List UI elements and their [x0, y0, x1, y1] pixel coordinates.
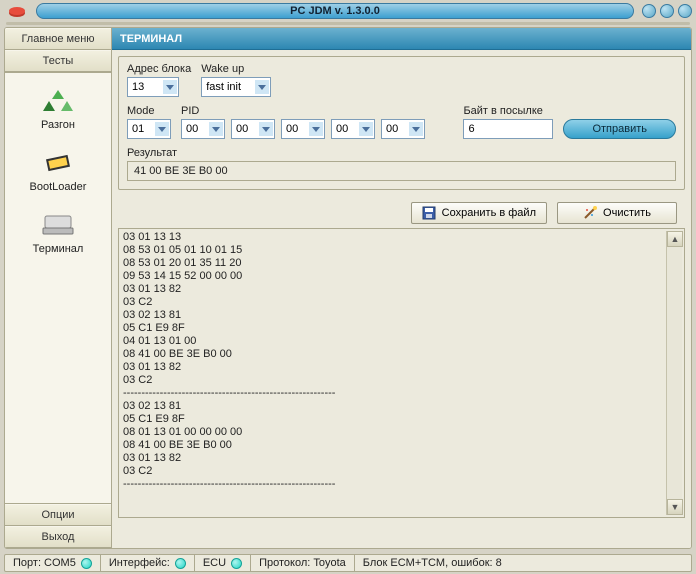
pid-select-4[interactable]: 00	[381, 119, 425, 139]
app-icon	[4, 3, 30, 19]
window-title-text: PC JDM v. 1.3.0.0	[290, 5, 380, 17]
status-ecu: ECU	[195, 555, 251, 571]
command-panel: Адрес блока 13 Wake up fast init Mode 01…	[118, 56, 685, 190]
content: ТЕРМИНАЛ Адрес блока 13 Wake up fast ini…	[112, 28, 691, 548]
send-button[interactable]: Отправить	[563, 119, 676, 139]
mode-label: Mode	[127, 105, 171, 117]
wakeup-select[interactable]: fast init	[201, 77, 271, 97]
sidebar-item-terminal[interactable]: Терминал	[5, 205, 111, 261]
chip-icon	[38, 147, 78, 179]
pid-select-2[interactable]: 00	[281, 119, 325, 139]
log-panel: 03 01 13 13 08 53 01 05 01 10 01 15 08 5…	[118, 228, 685, 518]
sidebar-item-razgon[interactable]: Разгон	[5, 81, 111, 137]
window-controls	[642, 4, 692, 18]
address-label: Адрес блока	[127, 63, 191, 75]
led-icon	[81, 558, 92, 569]
mode-select[interactable]: 01	[127, 119, 171, 139]
status-port-text: Порт: COM5	[13, 557, 76, 569]
log-text[interactable]: 03 01 13 13 08 53 01 05 01 10 01 15 08 5…	[123, 231, 666, 515]
clear-button[interactable]: Очистить	[557, 202, 677, 224]
status-bar: Порт: COM5 Интерфейс: ECU Протокол: Toyo…	[4, 554, 692, 572]
sidebar-item-label: Разгон	[41, 119, 75, 131]
titlebar: PC JDM v. 1.3.0.0	[0, 0, 696, 22]
sidebar-items: Разгон BootLoader Терминал	[5, 72, 111, 504]
status-interface-text: Интерфейс:	[109, 557, 170, 569]
content-title: ТЕРМИНАЛ	[120, 33, 182, 45]
status-protocol-text: Протокол: Toyota	[259, 557, 346, 569]
sidebar-item-label: Терминал	[33, 243, 84, 255]
led-icon	[175, 558, 186, 569]
bytes-input[interactable]	[463, 119, 553, 139]
close-button[interactable]	[678, 4, 692, 18]
save-button-label: Сохранить в файл	[442, 207, 536, 219]
minimize-button[interactable]	[642, 4, 656, 18]
sidebar-main-menu[interactable]: Главное меню	[5, 28, 111, 50]
scroll-up-icon[interactable]: ▲	[667, 231, 683, 247]
status-interface: Интерфейс:	[101, 555, 195, 571]
maximize-button[interactable]	[660, 4, 674, 18]
wakeup-label: Wake up	[201, 63, 271, 75]
status-ecu-text: ECU	[203, 557, 226, 569]
sidebar: Главное меню Тесты Разгон BootLoader Тер…	[5, 28, 112, 548]
address-select[interactable]: 13	[127, 77, 179, 97]
sidebar-item-bootloader[interactable]: BootLoader	[5, 143, 111, 199]
status-block: Блок ECM+TCM, ошибок: 8	[355, 555, 691, 571]
scroll-down-icon[interactable]: ▼	[667, 499, 683, 515]
result-label: Результат	[127, 147, 676, 159]
window-title: PC JDM v. 1.3.0.0	[36, 3, 634, 19]
floppy-icon	[422, 206, 436, 220]
status-block-text: Блок ECM+TCM, ошибок: 8	[363, 557, 502, 569]
sidebar-tests[interactable]: Тесты	[5, 50, 111, 72]
app-body: Главное меню Тесты Разгон BootLoader Тер…	[4, 27, 692, 549]
titlebar-divider	[6, 22, 690, 25]
clear-button-label: Очистить	[603, 207, 651, 219]
status-protocol: Протокол: Toyota	[251, 555, 355, 571]
log-toolbar: Сохранить в файл Очистить	[112, 196, 691, 228]
terminal-device-icon	[38, 209, 78, 241]
status-port: Порт: COM5	[5, 555, 101, 571]
content-header: ТЕРМИНАЛ	[112, 28, 691, 50]
save-to-file-button[interactable]: Сохранить в файл	[411, 202, 547, 224]
pid-label: PID	[181, 105, 425, 117]
recycle-icon	[38, 85, 78, 117]
sidebar-item-label: BootLoader	[30, 181, 87, 193]
sidebar-exit[interactable]: Выход	[5, 526, 111, 548]
bytes-label: Байт в посылке	[463, 105, 553, 117]
sidebar-options[interactable]: Опции	[5, 504, 111, 526]
wand-icon	[583, 206, 597, 220]
pid-select-1[interactable]: 00	[231, 119, 275, 139]
led-icon	[231, 558, 242, 569]
pid-select-0[interactable]: 00	[181, 119, 225, 139]
result-value: 41 00 BE 3E B0 00	[127, 161, 676, 181]
pid-select-3[interactable]: 00	[331, 119, 375, 139]
log-scrollbar[interactable]: ▲ ▼	[666, 231, 682, 515]
